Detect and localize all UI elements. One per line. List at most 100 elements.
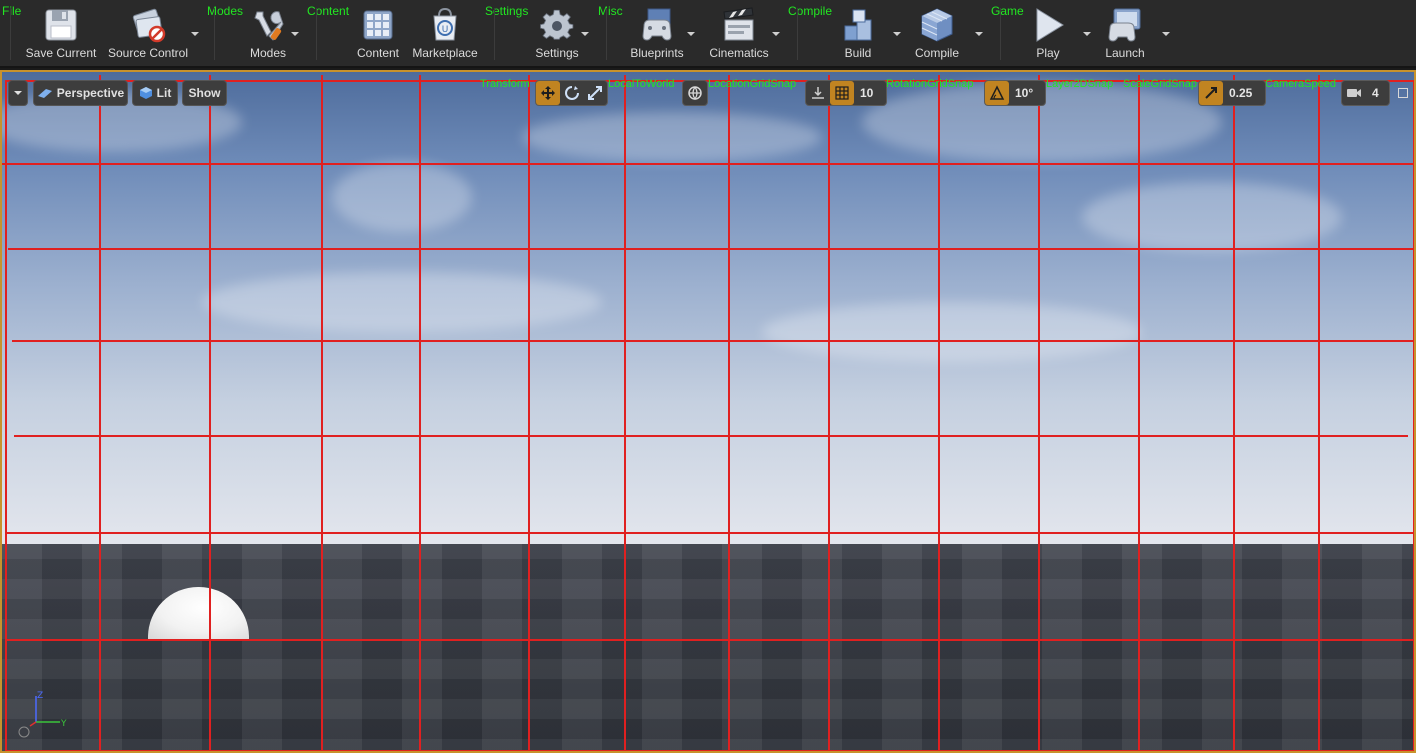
save-current-label: Save Current [25, 46, 97, 60]
surface-snap-toggle[interactable] [806, 81, 830, 105]
translate-tool[interactable] [536, 81, 560, 105]
show-button[interactable]: Show [182, 80, 227, 106]
gear-icon [538, 6, 576, 44]
section-label-compile: Compile [788, 4, 833, 18]
toolbar-separator [494, 8, 495, 60]
rotation-grid-snap: 10° [984, 80, 1046, 106]
blueprints-dropdown-icon[interactable] [686, 30, 696, 38]
lit-button[interactable]: Lit [132, 80, 178, 106]
play-label: Play [1036, 46, 1060, 60]
perspective-icon [37, 89, 52, 98]
blueprints-label: Blueprints [630, 46, 684, 60]
compile-dropdown-icon[interactable] [974, 30, 984, 38]
play-icon [1029, 6, 1067, 44]
section-label-settings: Settings [485, 4, 529, 18]
location-snap-value[interactable]: 10 [854, 81, 879, 105]
scale-snap-toggle[interactable] [1199, 81, 1223, 105]
perspective-button[interactable]: Perspective [33, 80, 128, 106]
build-dropdown-icon[interactable] [892, 30, 902, 38]
cloud [1082, 182, 1342, 252]
camera-speed-group-label: CameraSpeed [1265, 78, 1336, 90]
axis-gizmo: Z Y [18, 691, 67, 738]
sky-background [2, 72, 1414, 544]
rotation-snap-value[interactable]: 10° [1009, 81, 1039, 105]
rotate-tool[interactable] [560, 81, 584, 105]
toolbar-separator [1000, 8, 1001, 60]
cloud [332, 162, 472, 232]
help-icon[interactable] [18, 726, 30, 738]
scale-snap-value[interactable]: 0.25 [1223, 81, 1258, 105]
location-grid-snap-group-label: LocationGridSnap [708, 78, 797, 90]
rotation-snap-toggle[interactable] [985, 81, 1009, 105]
cinematics-label: Cinematics [709, 46, 769, 60]
cloud [762, 302, 1142, 362]
transform-group-label: Transform [480, 78, 530, 90]
cloud [522, 112, 822, 162]
transform-tools [535, 80, 608, 106]
compile-label: Compile [914, 46, 959, 60]
camera-speed-value: 4 [1372, 86, 1379, 100]
build-blocks-icon [839, 6, 877, 44]
section-label-content: Content [307, 4, 350, 18]
section-label-misc: Misc [598, 4, 623, 18]
angle-icon [989, 85, 1005, 100]
source-control-dropdown-icon[interactable] [190, 30, 200, 38]
source-control-icon [129, 6, 167, 44]
move-arrows-icon [540, 86, 555, 100]
surface-snap-icon [812, 87, 824, 99]
layer2d-snap-group-label: Layer2DSnap [1046, 78, 1114, 90]
toolbar-separator [606, 8, 607, 60]
svg-text:U: U [442, 25, 449, 35]
marketplace-bag-icon: U [426, 6, 464, 44]
play-dropdown-icon[interactable] [1082, 30, 1092, 38]
grid-snap-toggle[interactable] [830, 81, 854, 105]
cinematics-button[interactable]: Cinematics [704, 0, 774, 66]
settings-dropdown-icon[interactable] [580, 30, 590, 38]
play-button[interactable]: Play [1018, 0, 1078, 66]
scale-tool[interactable] [583, 81, 607, 105]
camera-icon [1342, 81, 1366, 105]
toolbar-separator [316, 8, 317, 60]
level-viewport[interactable]: Perspective Lit Show Transform LocalToWo… [0, 70, 1416, 753]
launch-device-icon [1106, 6, 1144, 44]
scale-grid-snap-group-label: ScaleGridSnap [1123, 78, 1197, 90]
launch-button[interactable]: Launch [1096, 0, 1154, 66]
viewport-options-button[interactable] [8, 80, 28, 106]
maximize-viewport-icon[interactable] [1398, 88, 1408, 98]
world-globe-icon [683, 81, 707, 105]
cinematics-dropdown-icon[interactable] [771, 30, 781, 38]
compile-button[interactable]: Compile [906, 0, 968, 66]
marketplace-label: Marketplace [412, 46, 478, 60]
toolbar-separator [10, 8, 11, 60]
save-current-button[interactable]: Save Current [22, 0, 100, 66]
marketplace-button[interactable]: U Marketplace [408, 0, 482, 66]
rotation-grid-snap-group-label: RotationGridSnap [886, 78, 974, 90]
y-axis-label: Y [60, 719, 67, 729]
floppy-disk-icon [42, 6, 80, 44]
perspective-label: Perspective [56, 86, 125, 100]
rotate-icon [564, 86, 579, 100]
build-button[interactable]: Build [830, 0, 886, 66]
main-toolbar: File Modes Content Settings Misc Compile… [0, 0, 1416, 68]
z-axis-label: Z [37, 691, 43, 701]
content-label: Content [356, 46, 400, 60]
lit-label: Lit [156, 86, 172, 100]
modes-label: Modes [249, 46, 287, 60]
coordinate-system-toggle[interactable] [682, 80, 708, 106]
section-label-file: File [2, 4, 22, 18]
content-browser-icon [359, 6, 397, 44]
launch-dropdown-icon[interactable] [1161, 30, 1171, 38]
source-control-label: Source Control [107, 46, 189, 60]
show-label: Show [188, 86, 221, 100]
launch-label: Launch [1105, 46, 1145, 60]
content-button[interactable]: Content [350, 0, 406, 66]
toolbar-separator [797, 8, 798, 60]
modes-dropdown-icon[interactable] [290, 30, 300, 38]
blueprints-button[interactable]: Blueprints [622, 0, 692, 66]
scale-arrows-icon [588, 86, 603, 100]
source-control-button[interactable]: Source Control [104, 0, 192, 66]
scale-snap-icon [1205, 87, 1217, 99]
camera-speed[interactable]: 4 [1341, 80, 1390, 106]
compile-cube-icon [918, 6, 956, 44]
clapperboard-icon [720, 6, 758, 44]
